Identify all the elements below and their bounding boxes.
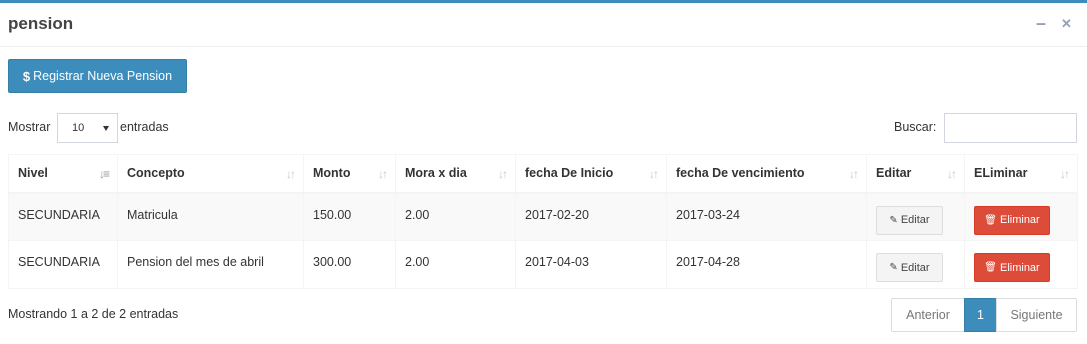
- entries-per-page-value: 10: [72, 122, 85, 134]
- trash-icon: 🗑: [984, 214, 997, 226]
- delete-button[interactable]: 🗑 Eliminar: [974, 205, 1050, 235]
- sort-icon: ↓↑: [947, 167, 957, 181]
- pension-table: Nivel ↓≡ Concepto ↓↑ Monto ↓↑ Mora x dia ↓↑ …: [8, 154, 1078, 289]
- col-header-editar[interactable]: Editar ↓↑: [866, 154, 965, 194]
- col-header-inicio[interactable]: fecha De Inicio ↓↑: [515, 154, 667, 194]
- sort-icon: ↓↑: [286, 167, 296, 181]
- sort-icon: ↓↑: [378, 167, 388, 181]
- edit-button[interactable]: ✎ Editar: [876, 253, 943, 282]
- edit-icon: ✎: [889, 214, 898, 226]
- cell-concepto: Matricula: [117, 192, 304, 241]
- cell-monto: 150.00: [303, 192, 396, 241]
- col-header-monto[interactable]: Monto ↓↑: [303, 154, 396, 194]
- table-header-row: Nivel ↓≡ Concepto ↓↑ Monto ↓↑ Mora x dia ↓↑ …: [8, 154, 1078, 194]
- sort-icon: ↓↑: [498, 167, 508, 181]
- delete-button[interactable]: 🗑 Eliminar: [974, 253, 1050, 282]
- cell-vencimiento: 2017-03-24: [666, 192, 867, 241]
- trash-icon: 🗑: [984, 262, 997, 273]
- length-prefix-label: Mostrar: [8, 120, 51, 134]
- table-row: SECUNDARIA Matricula 150.00 2.00 2017-02…: [8, 192, 1078, 241]
- cell-editar: ✎ Editar: [866, 240, 965, 289]
- edit-button[interactable]: ✎ Editar: [876, 205, 943, 235]
- table-row: SECUNDARIA Pension del mes de abril 300.…: [8, 240, 1078, 289]
- sort-icon: ↓↑: [1060, 167, 1070, 181]
- cell-monto: 300.00: [303, 240, 396, 289]
- cell-concepto: Pension del mes de abril: [117, 240, 304, 289]
- col-header-eliminar[interactable]: ELiminar ↓↑: [964, 154, 1078, 194]
- prev-page-button[interactable]: Anterior: [891, 298, 965, 332]
- dollar-icon: $: [22, 68, 31, 84]
- page-1-button[interactable]: 1: [964, 298, 997, 332]
- register-pension-label: Registrar Nueva Pension: [33, 69, 173, 83]
- table-info: Mostrando 1 a 2 de 2 entradas: [8, 307, 179, 321]
- cell-mora: 2.00: [395, 192, 516, 241]
- cell-editar: ✎ Editar: [866, 192, 965, 241]
- pension-box: pension – ✕ $ Registrar Nueva Pension Mo…: [0, 0, 1087, 344]
- cell-vencimiento: 2017-04-28: [666, 240, 867, 289]
- cell-inicio: 2017-04-03: [515, 240, 667, 289]
- cell-mora: 2.00: [395, 240, 516, 289]
- col-header-nivel[interactable]: Nivel ↓≡: [8, 154, 118, 194]
- sort-icon: ↓↑: [849, 167, 859, 181]
- box-header: pension – ✕: [0, 3, 1087, 47]
- cell-nivel: SECUNDARIA: [8, 240, 118, 289]
- entries-per-page-select[interactable]: 10: [57, 113, 118, 143]
- edit-icon: ✎: [889, 262, 898, 273]
- cell-eliminar: 🗑 Eliminar: [964, 240, 1078, 289]
- col-header-vencimiento[interactable]: fecha De vencimiento ↓↑: [666, 154, 867, 194]
- search-input[interactable]: [944, 113, 1077, 143]
- caret-down-icon: [103, 126, 109, 131]
- sort-icon: ↓↑: [649, 167, 659, 181]
- cell-eliminar: 🗑 Eliminar: [964, 192, 1078, 241]
- pagination: Anterior 1 Siguiente: [891, 298, 1077, 332]
- col-header-concepto[interactable]: Concepto ↓↑: [117, 154, 304, 194]
- search-label: Buscar:: [894, 120, 937, 134]
- page-title: pension: [8, 14, 74, 33]
- register-pension-button[interactable]: $ Registrar Nueva Pension: [8, 59, 187, 93]
- sort-asc-icon: ↓≡: [98, 167, 110, 181]
- next-page-button[interactable]: Siguiente: [996, 298, 1077, 332]
- close-icon[interactable]: ✕: [1061, 16, 1072, 32]
- cell-nivel: SECUNDARIA: [8, 192, 118, 241]
- col-header-mora[interactable]: Mora x dia ↓↑: [395, 154, 516, 194]
- minus-icon[interactable]: –: [1036, 13, 1046, 34]
- length-suffix-label: entradas: [120, 120, 169, 134]
- cell-inicio: 2017-02-20: [515, 192, 667, 241]
